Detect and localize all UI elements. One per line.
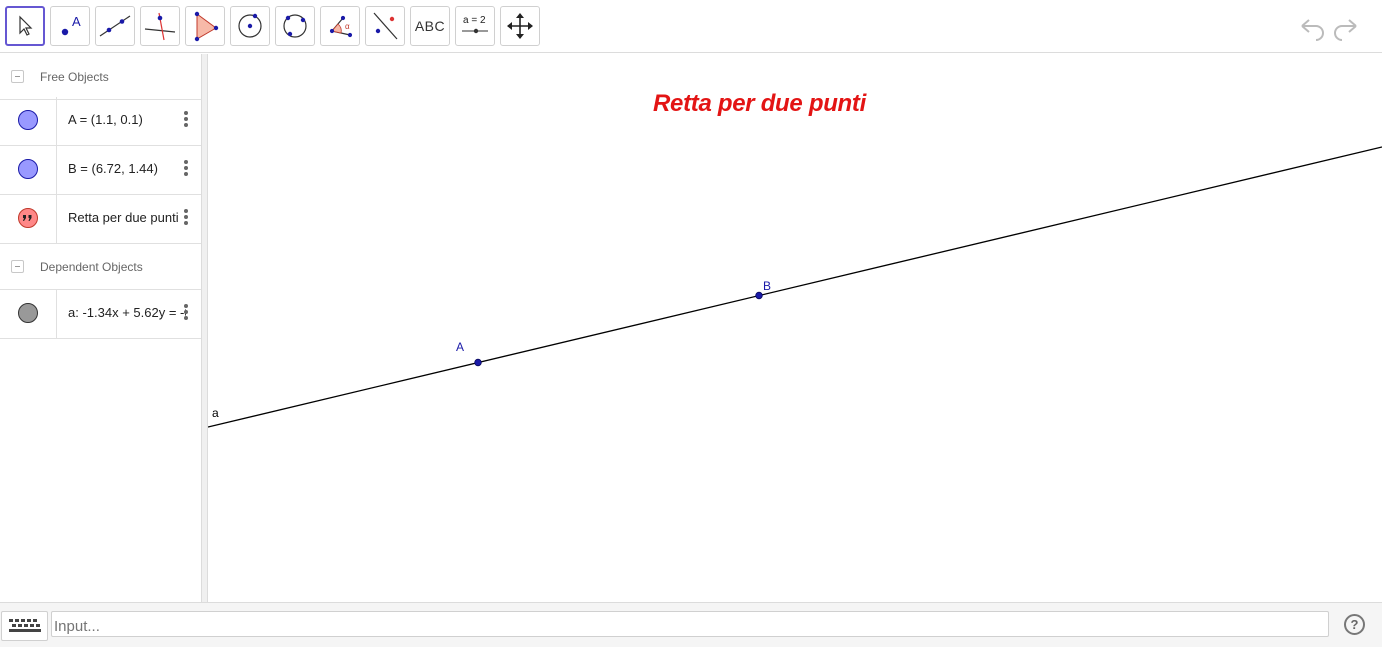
text-tool-label: ABC (414, 18, 446, 34)
circle-center-icon (238, 13, 262, 38)
graphics-view[interactable]: A B a Retta per due punti (208, 54, 1382, 602)
angle-icon: α (329, 15, 353, 38)
virtual-keyboard-button[interactable] (1, 611, 48, 641)
perpendicular-line-tool-button[interactable] (140, 6, 180, 46)
input-bar: ? (0, 602, 1382, 647)
item-menu-icon[interactable] (183, 304, 189, 324)
dependent-objects-header[interactable]: Dependent Objects (0, 244, 201, 290)
algebra-item-definition[interactable]: A = (1.1, 0.1) (68, 112, 186, 127)
graphics-text-object[interactable]: Retta per due punti (653, 90, 866, 118)
free-objects-title: Free Objects (40, 70, 109, 84)
visibility-toggle-icon[interactable] (18, 303, 38, 323)
marble-cell (0, 97, 57, 145)
line-tool-button[interactable] (95, 6, 135, 46)
point-icon: A (61, 14, 81, 36)
move-arrows-icon (507, 13, 533, 39)
collapse-dependent-objects-icon[interactable] (11, 260, 24, 273)
toolbar: A α ABC a = 2 (0, 0, 1382, 53)
circle-center-point-tool-button[interactable] (230, 6, 270, 46)
point-a[interactable] (474, 358, 482, 367)
marble-cell (0, 195, 57, 243)
redo-icon[interactable] (1332, 12, 1362, 42)
item-menu-icon[interactable] (183, 111, 189, 131)
reflect-tool-button[interactable] (365, 6, 405, 46)
undo-icon[interactable] (1296, 12, 1326, 42)
algebra-view: Free Objects A = (1.1, 0.1) B = (6.72, 1… (0, 54, 201, 602)
line-a[interactable] (208, 146, 1382, 428)
graphics-canvas[interactable]: A B a (208, 54, 1382, 602)
point-b-label: B (763, 279, 771, 293)
move-tool-button[interactable] (5, 6, 45, 46)
polygon-tool-button[interactable] (185, 6, 225, 46)
cursor-arrow-icon (19, 15, 33, 36)
algebra-item-definition[interactable]: B = (6.72, 1.44) (68, 161, 186, 176)
keyboard-icon (8, 619, 41, 632)
point-tool-button[interactable]: A (50, 6, 90, 46)
collapse-free-objects-icon[interactable] (11, 70, 24, 83)
line-through-two-points-icon (99, 15, 131, 37)
visibility-toggle-icon[interactable] (18, 110, 38, 130)
item-menu-icon[interactable] (183, 209, 189, 229)
algebra-item-definition[interactable]: Retta per due punti (68, 210, 186, 225)
line-a-label: a (212, 406, 219, 420)
text-tool-button[interactable]: ABC (410, 6, 450, 46)
algebra-item-point-a[interactable]: A = (1.1, 0.1) (0, 97, 201, 146)
view-splitter[interactable] (201, 54, 208, 602)
algebra-item-text[interactable]: Retta per due punti (0, 195, 201, 244)
marble-cell (0, 290, 57, 338)
circle-three-points-icon (283, 14, 307, 38)
reflect-about-line-icon (373, 12, 398, 40)
item-menu-icon[interactable] (183, 160, 189, 180)
algebra-item-point-b[interactable]: B = (6.72, 1.44) (0, 146, 201, 195)
point-b[interactable] (755, 291, 763, 300)
text-quote-icon[interactable] (18, 208, 38, 228)
polygon-icon (194, 11, 219, 42)
algebra-item-line-a[interactable]: a: -1.34x + 5.62y = -0.92 (0, 290, 201, 339)
perpendicular-line-icon (144, 12, 176, 41)
help-button[interactable]: ? (1344, 614, 1365, 635)
dependent-objects-title: Dependent Objects (40, 260, 143, 274)
svg-text:α: α (345, 22, 350, 31)
svg-text:A: A (72, 14, 81, 29)
marble-cell (0, 146, 57, 194)
svg-text:a = 2: a = 2 (463, 15, 486, 26)
visibility-toggle-icon[interactable] (18, 159, 38, 179)
circle-three-points-tool-button[interactable] (275, 6, 315, 46)
free-objects-header[interactable]: Free Objects (0, 54, 201, 100)
geogebra-app: A α ABC a = 2 Free Objects A = (1.1, 0.1… (0, 0, 1382, 647)
slider-icon: a = 2 (462, 15, 488, 34)
angle-tool-button[interactable]: α (320, 6, 360, 46)
input-field[interactable] (51, 611, 1329, 637)
algebra-item-definition[interactable]: a: -1.34x + 5.62y = -0.92 (68, 305, 186, 320)
point-a-label: A (456, 340, 464, 354)
move-graphics-view-tool-button[interactable] (500, 6, 540, 46)
slider-tool-button[interactable]: a = 2 (455, 6, 495, 46)
